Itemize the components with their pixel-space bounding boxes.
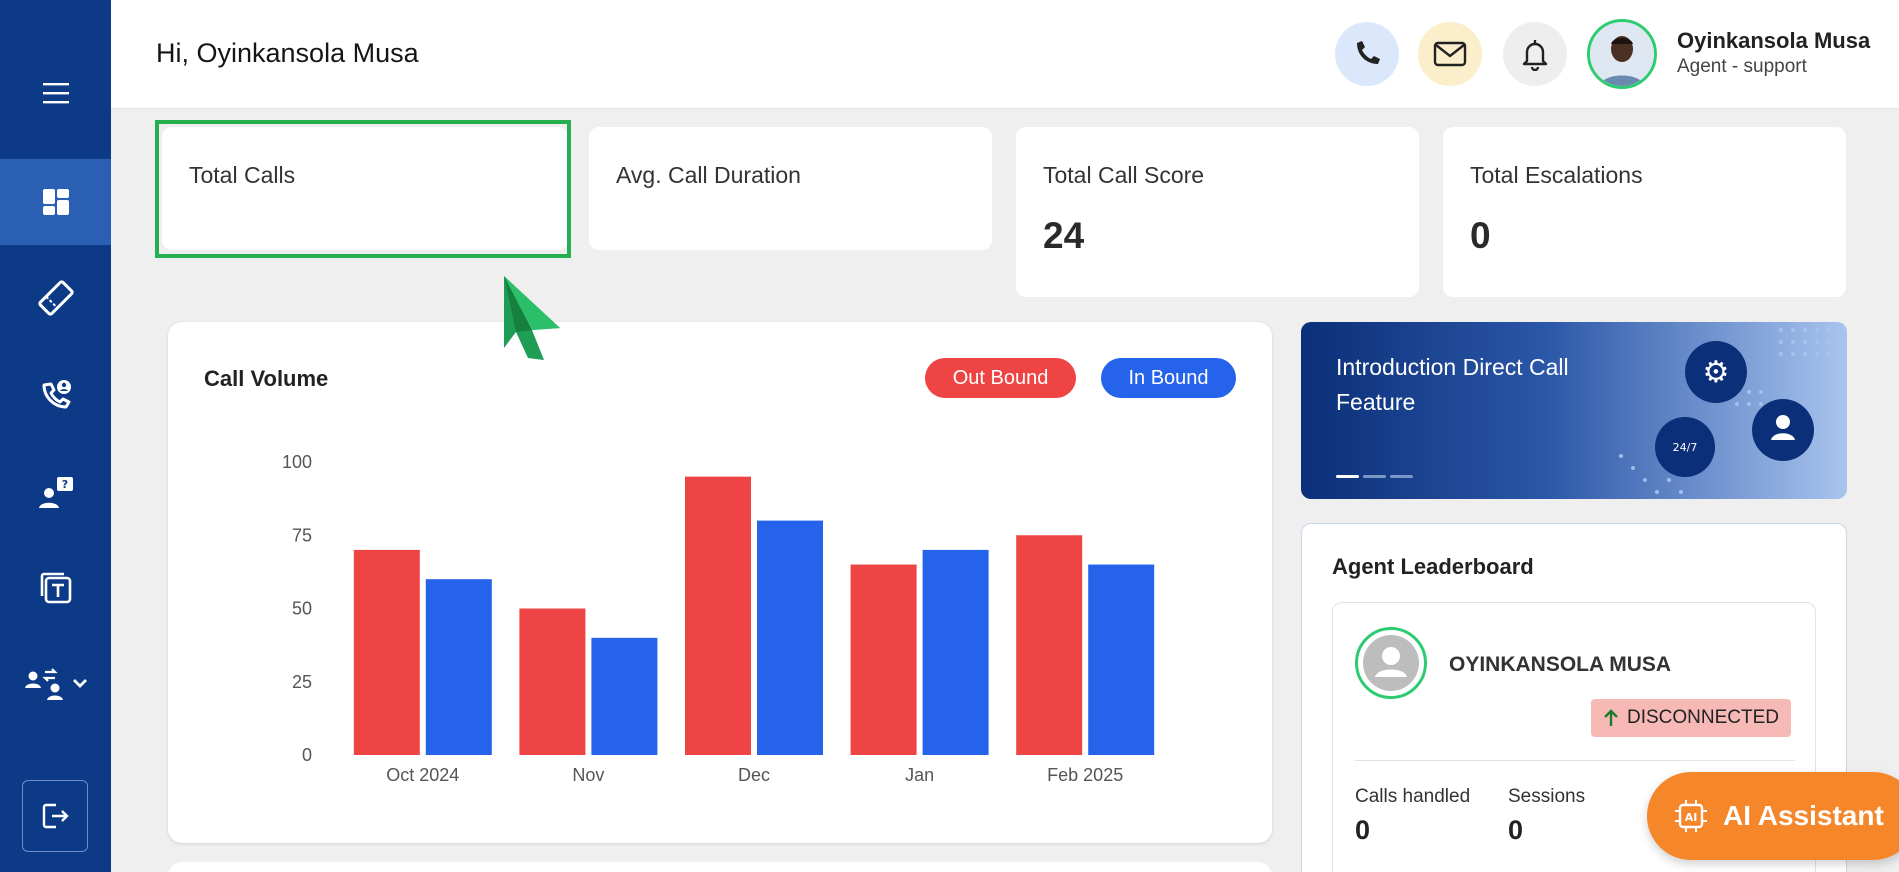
notifications-button[interactable] (1503, 22, 1567, 86)
user-role: Agent - support (1677, 56, 1807, 77)
template-icon (40, 572, 71, 604)
bar-outbound (850, 564, 917, 755)
ai-chip-icon: AI (1675, 800, 1707, 832)
sessions-value: 0 (1508, 815, 1524, 845)
logout-button[interactable] (22, 780, 88, 852)
promo-banner[interactable]: Introduction Direct Call Feature ⚙ 24/7 (1301, 322, 1847, 499)
bar-inbound (1088, 564, 1155, 755)
sidebar-item-dashboard[interactable] (0, 159, 111, 245)
top-header: Hi, Oyinkansola Musa Oyinkansola Musa Ag… (111, 0, 1899, 109)
bar-inbound (591, 637, 658, 755)
arrow-up-icon (1604, 709, 1618, 726)
stat-card-avg-call-duration[interactable]: Avg. Call Duration (589, 127, 992, 250)
bar-outbound (1016, 535, 1083, 755)
sessions-label: Sessions (1508, 786, 1586, 807)
bar-inbound (922, 549, 989, 755)
user-avatar[interactable] (1587, 19, 1657, 89)
leaderboard-title: Agent Leaderboard (1332, 554, 1534, 579)
sidebar-item-templates[interactable] (0, 545, 111, 631)
agent-avatar (1355, 627, 1427, 699)
mouse-cursor-icon (504, 276, 560, 360)
x-tick-label: Nov (572, 765, 604, 785)
calls-handled-value: 0 (1355, 815, 1371, 845)
sidebar-item-calls[interactable] (0, 352, 111, 438)
ai-assistant-label: AI Assistant (1723, 800, 1884, 831)
calls-handled-label: Calls handled (1355, 786, 1471, 807)
stat-card-total-call-score[interactable]: Total Call Score 24 (1016, 127, 1419, 297)
stat-label: Total Escalations (1470, 162, 1643, 188)
y-tick-label: 75 (292, 525, 312, 545)
mail-icon (1433, 41, 1467, 67)
ticket-icon (37, 280, 74, 316)
mail-button[interactable] (1418, 22, 1482, 86)
menu-icon (42, 83, 69, 104)
call-volume-chart: 0 25 50 75 100 Oct 2024 Nov Dec Jan Feb 2025 (282, 452, 1155, 785)
svg-text:⚙: ⚙ (1703, 355, 1730, 390)
promo-badge: 24/7 (1673, 441, 1698, 454)
x-tick-label: Feb 2025 (1047, 765, 1123, 785)
next-card-peek (168, 862, 1272, 872)
x-tick-label: Jan (905, 765, 934, 785)
support-question-icon: ? (38, 477, 73, 508)
sidebar-item-transfers[interactable] (0, 641, 111, 727)
bell-icon (1522, 40, 1548, 71)
promo-graphic: ⚙ 24/7 (1336, 328, 1831, 494)
sidebar-item-support[interactable]: ? (0, 450, 111, 536)
bar-outbound (353, 549, 420, 755)
agent-status-text: DISCONNECTED (1626, 707, 1779, 728)
y-tick-label: 50 (292, 599, 312, 619)
divider (1355, 760, 1795, 761)
y-tick-label: 100 (282, 452, 312, 472)
x-tick-label: Oct 2024 (386, 765, 459, 785)
stat-value: 24 (1043, 215, 1085, 256)
user-photo-icon (1590, 22, 1654, 86)
phone-button[interactable] (1335, 22, 1399, 86)
phone-icon (1357, 41, 1380, 64)
stat-label: Avg. Call Duration (616, 162, 801, 188)
agent-name: OYINKANSOLA MUSA (1449, 653, 1672, 676)
stat-label: Total Call Score (1043, 162, 1205, 188)
user-placeholder-icon (1363, 635, 1419, 691)
stat-card-total-escalations[interactable]: Total Escalations 0 (1443, 127, 1846, 297)
logout-icon (42, 803, 69, 829)
sidebar: ? (0, 0, 111, 872)
stat-value: 0 (1470, 215, 1491, 256)
selection-highlight (155, 120, 571, 258)
bar-outbound (519, 608, 586, 755)
bar-inbound (757, 520, 823, 755)
sidebar-item-tickets[interactable] (0, 255, 111, 341)
user-name: Oyinkansola Musa (1677, 28, 1871, 53)
greeting-text: Hi, Oyinkansola Musa (156, 38, 419, 68)
bar-outbound (685, 476, 751, 755)
ai-assistant-button[interactable]: AI AI Assistant (1647, 772, 1899, 860)
svg-text:AI: AI (1685, 811, 1698, 824)
x-tick-label: Dec (738, 765, 770, 785)
transfer-users-icon (24, 668, 87, 700)
y-tick-label: 25 (292, 672, 312, 692)
menu-button[interactable] (0, 50, 111, 136)
dashboard-icon (42, 189, 69, 215)
call-volume-card: Call Volume Out Bound In Bound 0 25 50 75 10… (168, 322, 1272, 843)
bar-inbound (425, 579, 492, 755)
svg-text:?: ? (61, 478, 67, 491)
y-tick-label: 0 (302, 745, 312, 765)
agent-status-badge: DISCONNECTED (1591, 699, 1791, 737)
call-agent-icon (42, 380, 71, 409)
